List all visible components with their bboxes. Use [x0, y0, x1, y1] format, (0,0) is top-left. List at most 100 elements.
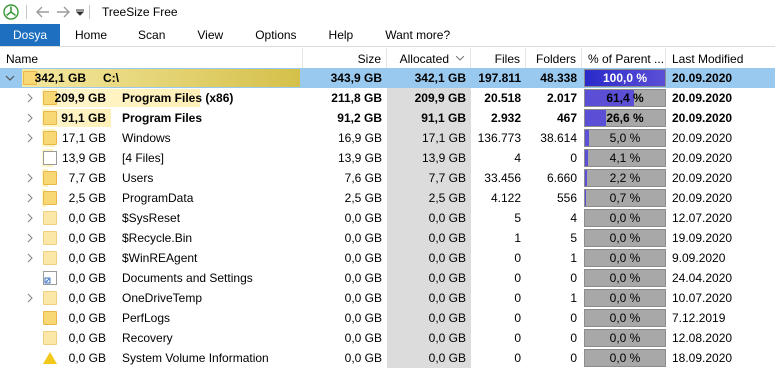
folders-count: 556 — [556, 191, 577, 205]
size-value: 2,5 GB — [344, 191, 382, 205]
table-row[interactable]: 7,7 GB Users 7,6 GB 7,7 GB 33.456 6.660 2,2 % 2… — [0, 168, 775, 188]
chevron-right-icon[interactable] — [23, 248, 37, 268]
chevron-right-icon[interactable] — [23, 168, 37, 188]
item-name[interactable]: C:\ — [103, 68, 119, 88]
last-modified-value: 20.09.2020 — [672, 171, 733, 185]
files-count: 197.811 — [478, 71, 521, 85]
arrow-right-icon[interactable] — [53, 2, 73, 22]
quick-access-dropdown-icon[interactable] — [73, 2, 87, 22]
last-modified-value: 12.08.2020 — [672, 331, 733, 345]
percent-value: 0,0 % — [609, 231, 641, 245]
tab-want-more[interactable]: Want more? — [369, 24, 466, 46]
item-name[interactable]: Program Files (x86) — [122, 88, 233, 108]
last-modified-value: 20.09.2020 — [672, 91, 733, 105]
item-name[interactable]: Program Files — [122, 108, 202, 128]
column-header-allocated[interactable]: Allocated — [387, 48, 471, 69]
allocated-value: 13,9 GB — [421, 151, 466, 165]
column-header-size-label: Size — [357, 51, 381, 66]
files-count: 0 — [514, 311, 521, 325]
arrow-left-icon[interactable] — [33, 2, 53, 22]
item-name[interactable]: OneDriveTemp — [122, 288, 202, 308]
item-name[interactable]: Users — [122, 168, 153, 188]
chevron-right-icon[interactable] — [23, 288, 37, 308]
tab-view[interactable]: View — [181, 24, 239, 46]
tab-options[interactable]: Options — [239, 24, 312, 46]
allocated-value: 0,0 GB — [428, 331, 466, 345]
files-count: 0 — [514, 351, 521, 365]
item-name[interactable]: $SysReset — [122, 208, 180, 228]
table-row[interactable]: 17,1 GB Windows 16,9 GB 17,1 GB 136.773 38.61… — [0, 128, 775, 148]
chevron-down-icon[interactable] — [3, 68, 17, 88]
table-row[interactable]: 342,1 GB C:\ 343,9 GB 342,1 GB 197.811 48.338… — [0, 68, 775, 88]
folders-count: 0 — [570, 351, 577, 365]
table-row[interactable]: 0,0 GB Documents and Settings 0,0 GB 0,0 GB… — [0, 268, 775, 288]
item-name[interactable]: Documents and Settings — [122, 268, 253, 288]
files-count: 0 — [514, 331, 521, 345]
tab-scan[interactable]: Scan — [122, 24, 181, 46]
files-count: 1 — [514, 231, 521, 245]
table-row[interactable]: 0,0 GB Recovery 0,0 GB 0,0 GB 0 0 0,0 % 12.08.2… — [0, 328, 775, 348]
chevron-right-icon[interactable] — [23, 208, 37, 228]
percent-of-parent-bar: 0,0 % — [584, 329, 666, 347]
percent-of-parent-bar: 0,0 % — [584, 249, 666, 267]
item-name[interactable]: Windows — [122, 128, 171, 148]
item-name[interactable]: System Volume Information — [122, 348, 269, 368]
last-modified-value: 9.09.2020 — [672, 251, 726, 265]
column-header-folders-label: Folders — [535, 51, 576, 66]
folders-count: 1 — [570, 251, 577, 265]
tab-help[interactable]: Help — [313, 24, 370, 46]
chevron-right-icon[interactable] — [23, 188, 37, 208]
allocated-value: 0,0 GB — [428, 291, 466, 305]
size-value: 211,8 GB — [331, 91, 382, 105]
table-row[interactable]: 209,9 GB Program Files (x86) 211,8 GB 209,9… — [0, 88, 775, 108]
table-row[interactable]: 0,0 GB System Volume Information 0,0 GB 0,0… — [0, 348, 775, 368]
column-header-percent[interactable]: % of Parent ... — [582, 48, 666, 69]
last-modified-value: 18.09.2020 — [672, 351, 733, 365]
column-header-files-label: Files — [494, 51, 520, 66]
item-name[interactable]: $Recycle.Bin — [122, 228, 192, 248]
table-row[interactable]: 0,0 GB PerfLogs 0,0 GB 0,0 GB 0 0 0,0 % 7.12.20… — [0, 308, 775, 328]
column-header-row: Name Size Allocated Files Folders % of P… — [0, 48, 775, 69]
percent-value: 100,0 % — [602, 71, 648, 85]
column-header-files[interactable]: Files — [471, 48, 526, 69]
column-header-name[interactable]: Name — [0, 48, 303, 69]
size-value: 0,0 GB — [344, 291, 382, 305]
table-row[interactable]: 0,0 GB $SysReset 0,0 GB 0,0 GB 5 4 0,0 % 12.07.… — [0, 208, 775, 228]
column-header-folders[interactable]: Folders — [526, 48, 582, 69]
table-row[interactable]: 91,1 GB Program Files 91,2 GB 91,1 GB 2.932 4… — [0, 108, 775, 128]
size-value: 0,0 GB — [344, 211, 382, 225]
treesize-app-icon[interactable] — [3, 4, 19, 20]
percent-of-parent-bar: 0,0 % — [584, 289, 666, 307]
tab-dosya[interactable]: Dosya — [0, 24, 61, 46]
chevron-right-icon[interactable] — [23, 128, 37, 148]
size-value: 343,9 GB — [330, 71, 382, 85]
column-header-last-modified[interactable]: Last Modified — [666, 48, 775, 69]
table-row[interactable]: 0,0 GB $Recycle.Bin 0,0 GB 0,0 GB 1 5 0,0 % 19.… — [0, 228, 775, 248]
last-modified-value: 10.07.2020 — [672, 291, 733, 305]
chevron-right-icon[interactable] — [23, 108, 37, 128]
last-modified-value: 20.09.2020 — [672, 191, 733, 205]
folders-count: 2.017 — [546, 91, 577, 105]
tab-home[interactable]: Home — [60, 24, 122, 46]
name-column-size: 0,0 GB — [68, 211, 106, 225]
column-header-size[interactable]: Size — [303, 48, 387, 69]
table-row[interactable]: 13,9 GB [4 Files] 13,9 GB 13,9 GB 4 0 4,1 % 20.… — [0, 148, 775, 168]
item-name[interactable]: ProgramData — [122, 188, 193, 208]
allocated-value: 0,0 GB — [428, 271, 466, 285]
table-row[interactable]: 0,0 GB $WinREAgent 0,0 GB 0,0 GB 0 1 0,0 % 9.09… — [0, 248, 775, 268]
table-row[interactable]: 0,0 GB OneDriveTemp 0,0 GB 0,0 GB 0 1 0,0 % 10.… — [0, 288, 775, 308]
allocated-value: 0,0 GB — [428, 211, 466, 225]
table-row[interactable]: 2,5 GB ProgramData 2,5 GB 2,5 GB 4.122 556 0,7… — [0, 188, 775, 208]
percent-of-parent-bar: 0,0 % — [584, 229, 666, 247]
item-name[interactable]: $WinREAgent — [122, 248, 197, 268]
percent-of-parent-bar: 0,0 % — [584, 349, 666, 367]
chevron-right-icon[interactable] — [23, 88, 37, 108]
percent-value: 61,4 % — [606, 91, 644, 105]
item-name[interactable]: PerfLogs — [122, 308, 170, 328]
item-name[interactable]: Recovery — [122, 328, 173, 348]
item-name[interactable]: [4 Files] — [122, 148, 164, 168]
chevron-right-icon[interactable] — [23, 228, 37, 248]
last-modified-value: 20.09.2020 — [672, 151, 733, 165]
files-count: 2.932 — [490, 111, 521, 125]
last-modified-value: 20.09.2020 — [672, 111, 733, 125]
